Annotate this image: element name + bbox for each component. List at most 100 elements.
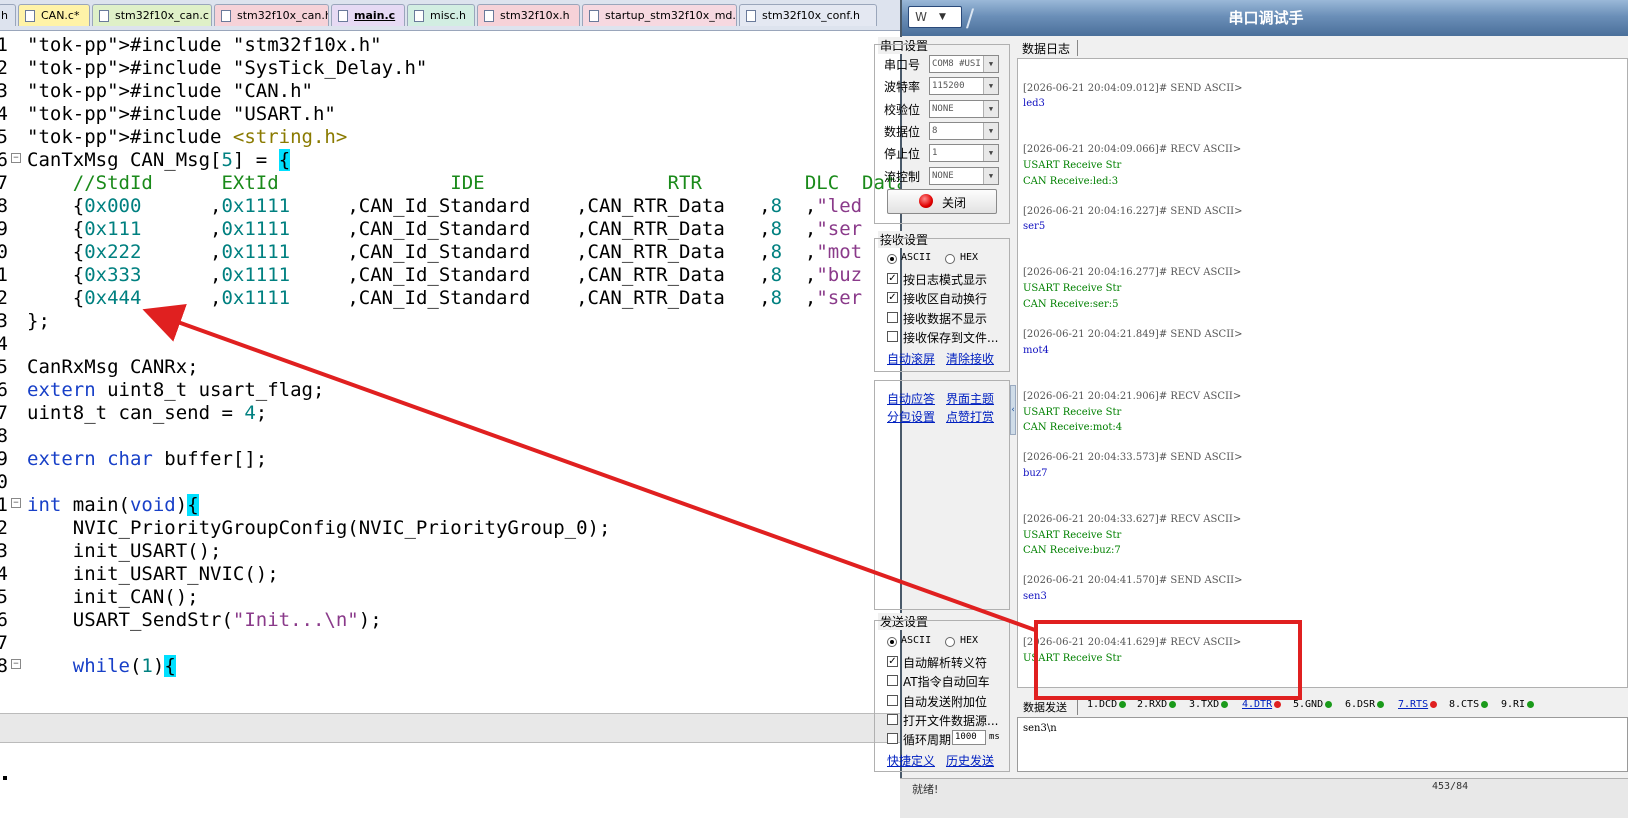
file-icon (338, 10, 348, 22)
editor-tab-label: stm32f10x_conf.h (762, 9, 860, 22)
port-setting-select[interactable]: NONE ▼ (929, 99, 999, 118)
recv-hex-radio[interactable] (945, 254, 955, 264)
port-setting-value: COM8 #USI (932, 59, 981, 69)
auto-reply-link[interactable]: 自动应答 (887, 390, 935, 407)
option-checkbox[interactable] (887, 733, 898, 745)
log-header-line: [2026-06-21 20:04:16.227]# SEND ASCII> (1023, 206, 1243, 217)
option-checkbox[interactable] (887, 311, 898, 323)
port-setting-select[interactable]: 8 ▼ (929, 121, 999, 140)
editor-tab[interactable]: stm32f10x.h (477, 4, 580, 26)
code-text: extern uint8_t usart_flag; (27, 379, 325, 401)
chevron-down-icon[interactable]: ▼ (983, 122, 998, 139)
chevron-down-icon[interactable]: ▼ (983, 145, 998, 162)
line-number: 1 (0, 264, 8, 286)
chevron-down-icon[interactable]: ▼ (983, 78, 998, 95)
fold-toggle-icon[interactable]: − (11, 153, 21, 163)
send-hex-radio[interactable] (945, 637, 955, 647)
status-bar: 就绪! 453/84 (900, 778, 1628, 818)
data-log-area[interactable]: [2026-06-21 20:04:09.012]# SEND ASCII> le… (1017, 58, 1628, 688)
signal-indicator: 8.CTS (1449, 699, 1489, 710)
signal-indicator: 3.TXD (1189, 699, 1229, 710)
signal-label: 3.TXD (1189, 699, 1220, 710)
signal-indicator: 5.GND (1293, 699, 1333, 710)
chevron-down-icon[interactable]: ▼ (983, 100, 998, 117)
editor-horizontal-scrollbar[interactable] (0, 713, 900, 743)
window-title: 串口调试手 (1228, 9, 1304, 27)
signal-indicator: 9.RI (1501, 699, 1535, 710)
log-header-line: [2026-06-21 20:04:41.570]# SEND ASCII> (1023, 575, 1243, 586)
chevron-down-icon[interactable]: ▼ (983, 167, 998, 184)
option-checkbox[interactable] (887, 694, 898, 706)
code-text: {0x000 ,0x1111 ,CAN_Id_Standard ,CAN_RTR… (27, 195, 863, 217)
signal-label: 2.RXD (1137, 699, 1168, 710)
signal-indicator[interactable]: 7.RTS (1398, 699, 1438, 710)
line-number: 3 (0, 540, 8, 562)
editor-tab-label: stm32f10x.h (500, 9, 570, 22)
line-number: 8 (0, 425, 8, 447)
shortcut-define-link[interactable]: 快捷定义 (887, 752, 935, 769)
editor-tab[interactable]: startup_stm32f10x_md.s (582, 4, 737, 26)
editor-tab[interactable]: stm32f10x_conf.h (739, 4, 877, 26)
theme-link[interactable]: 界面主题 (946, 390, 994, 407)
port-setting-select[interactable]: COM8 #USI ▼ (929, 55, 999, 73)
signal-indicator: 2.RXD (1137, 699, 1177, 710)
port-setting-select[interactable]: 1 ▼ (929, 144, 999, 163)
port-setting-label: 波特率 (884, 80, 921, 95)
send-tab-bar: 数据发送 1.DCD 2.RXD 3.TXD 4.DTR 5.GND 6.DSR 7.RTS… (1017, 697, 1628, 717)
log-header-line: [2026-06-21 20:04:33.573]# SEND ASCII> (1023, 452, 1243, 463)
option-label: 自动发送附加位 (903, 694, 988, 709)
option-checkbox[interactable]: ✓ (887, 273, 898, 284)
status-led-icon (1274, 700, 1282, 708)
signal-label: 5.GND (1293, 699, 1324, 710)
auto-scroll-link[interactable]: 自动滚屏 (887, 350, 935, 367)
send-ascii-label: ASCII (901, 635, 932, 646)
status-led-icon (1325, 700, 1333, 708)
editor-tab[interactable]: CAN.c* (18, 4, 90, 26)
log-send-line: mot4 (1023, 345, 1049, 356)
editor-tab[interactable]: main.c (331, 4, 405, 26)
send-input[interactable]: sen3\n (1017, 717, 1628, 772)
editor-tab-label: stm32f10x_can.c (115, 9, 209, 22)
send-ascii-radio[interactable] (887, 637, 897, 647)
option-checkbox[interactable]: ✓ (887, 656, 898, 667)
option-checkbox[interactable] (887, 713, 898, 725)
donate-link[interactable]: 点赞打赏 (946, 408, 994, 425)
editor-tab[interactable]: stm32f10x_can.h (214, 4, 329, 26)
log-send-line: buz7 (1023, 468, 1048, 479)
port-setting-select[interactable]: 115200 ▼ (929, 77, 999, 96)
send-input-text: sen3\n (1023, 723, 1057, 734)
file-icon (25, 10, 35, 22)
log-send-line: sen3 (1023, 591, 1047, 602)
port-setting-label: 数据位 (884, 124, 921, 139)
editor-tab[interactable]: stm32f10x_can.c (92, 4, 212, 26)
log-recv-line: CAN Receive:led:3 (1023, 176, 1119, 187)
tab-data-log[interactable]: 数据日志 (1022, 40, 1070, 57)
port-setting-select[interactable]: NONE ▼ (929, 166, 999, 185)
fold-toggle-icon[interactable]: − (11, 498, 21, 508)
code-text: uint8_t can_send = 4; (27, 402, 268, 424)
option-label: 接收数据不显示 (903, 311, 988, 326)
editor-tab-label: main.c (354, 9, 396, 22)
option-checkbox[interactable]: ✓ (887, 292, 898, 304)
chevron-down-icon[interactable]: ▼ (983, 56, 998, 72)
packet-settings-link[interactable]: 分包设置 (887, 408, 935, 425)
tab-data-send[interactable]: 数据发送 (1023, 699, 1067, 715)
signal-indicator[interactable]: 4.DTR (1242, 699, 1282, 710)
editor-tab[interactable]: misc.h (407, 4, 475, 26)
option-checkbox[interactable] (887, 330, 898, 342)
status-led-icon (1221, 700, 1229, 708)
fold-toggle-icon[interactable]: − (11, 659, 21, 669)
option-checkbox[interactable] (887, 675, 898, 687)
clear-recv-link[interactable]: 清除接收 (946, 350, 994, 367)
code-text: "tok-pp">#include "USART.h" (27, 103, 336, 125)
code-area[interactable]: 1 "tok-pp">#include "stm32f10x.h" 2 "tok-pp… (0, 31, 900, 711)
recv-ascii-radio[interactable] (887, 254, 897, 264)
close-port-button[interactable]: 关闭 (887, 189, 997, 214)
history-send-link[interactable]: 历史发送 (946, 752, 994, 769)
period-input[interactable]: 1000 (952, 730, 986, 745)
code-text: init_USART_NVIC(); (27, 563, 279, 585)
editor-tab[interactable]: h (0, 4, 16, 26)
line-number: 4 (0, 103, 8, 125)
collapse-panel-handle[interactable]: ‹ (1010, 385, 1016, 435)
log-recv-line: USART Receive Str (1023, 653, 1122, 664)
